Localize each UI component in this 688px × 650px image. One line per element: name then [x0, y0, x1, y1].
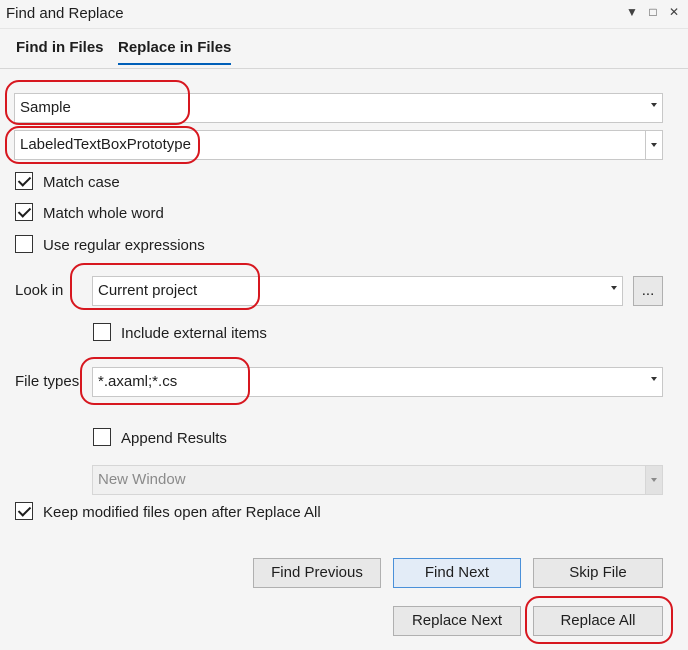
chevron-down-icon[interactable]	[651, 377, 657, 381]
find-input[interactable]: Sample	[14, 93, 663, 123]
look-in-label: Look in	[15, 282, 64, 299]
window-title: Find and Replace	[6, 5, 124, 22]
check-icon	[17, 204, 32, 218]
check-icon	[17, 173, 32, 187]
tab-find-in-files[interactable]: Find in Files	[16, 39, 104, 56]
replace-input[interactable]: LabeledTextBoxPrototype	[14, 130, 663, 160]
append-results-label: Append Results	[121, 430, 227, 447]
replace-next-button[interactable]: Replace Next	[393, 606, 521, 636]
browse-button[interactable]: ...	[633, 276, 663, 306]
file-types-value: *.axaml;*.cs	[98, 373, 178, 390]
chevron-down-icon	[611, 286, 617, 290]
chevron-down-icon[interactable]	[651, 103, 657, 107]
find-previous-button[interactable]: Find Previous	[253, 558, 381, 588]
append-results-checkbox[interactable]	[93, 428, 111, 446]
use-regex-label: Use regular expressions	[43, 237, 205, 254]
replace-dropdown-button[interactable]	[645, 131, 662, 159]
look-in-value: Current project	[98, 282, 198, 299]
keep-open-label: Keep modified files open after Replace A…	[43, 504, 321, 521]
keep-open-checkbox[interactable]	[15, 502, 33, 520]
tab-bar: Find in Files Replace in Files	[0, 28, 688, 69]
tab-replace-in-files[interactable]: Replace in Files	[118, 39, 232, 65]
use-regex-checkbox[interactable]	[15, 235, 33, 253]
file-types-input[interactable]: *.axaml;*.cs	[92, 367, 663, 397]
title-bar: Find and Replace ▼ □ ✕	[0, 0, 688, 29]
chevron-down-icon	[651, 143, 657, 147]
replace-all-button[interactable]: Replace All	[533, 606, 663, 636]
results-window-value: New Window	[98, 471, 186, 488]
include-external-checkbox[interactable]	[93, 323, 111, 341]
chevron-down-icon	[651, 478, 657, 482]
skip-file-button[interactable]: Skip File	[533, 558, 663, 588]
match-case-label: Match case	[43, 174, 120, 191]
replace-input-value: LabeledTextBoxPrototype	[20, 136, 191, 153]
match-case-checkbox[interactable]	[15, 172, 33, 190]
dropdown-icon[interactable]: ▼	[624, 4, 640, 20]
maximize-icon[interactable]: □	[645, 4, 661, 20]
include-external-label: Include external items	[121, 325, 267, 342]
look-in-select[interactable]: Current project	[92, 276, 623, 306]
results-window-dropdown	[645, 466, 662, 494]
results-window-select: New Window	[92, 465, 663, 495]
match-whole-word-checkbox[interactable]	[15, 203, 33, 221]
find-input-value: Sample	[20, 99, 71, 116]
check-icon	[17, 503, 32, 517]
match-whole-word-label: Match whole word	[43, 205, 164, 222]
find-next-button[interactable]: Find Next	[393, 558, 521, 588]
file-types-label: File types	[15, 373, 80, 390]
close-icon[interactable]: ✕	[666, 4, 682, 20]
